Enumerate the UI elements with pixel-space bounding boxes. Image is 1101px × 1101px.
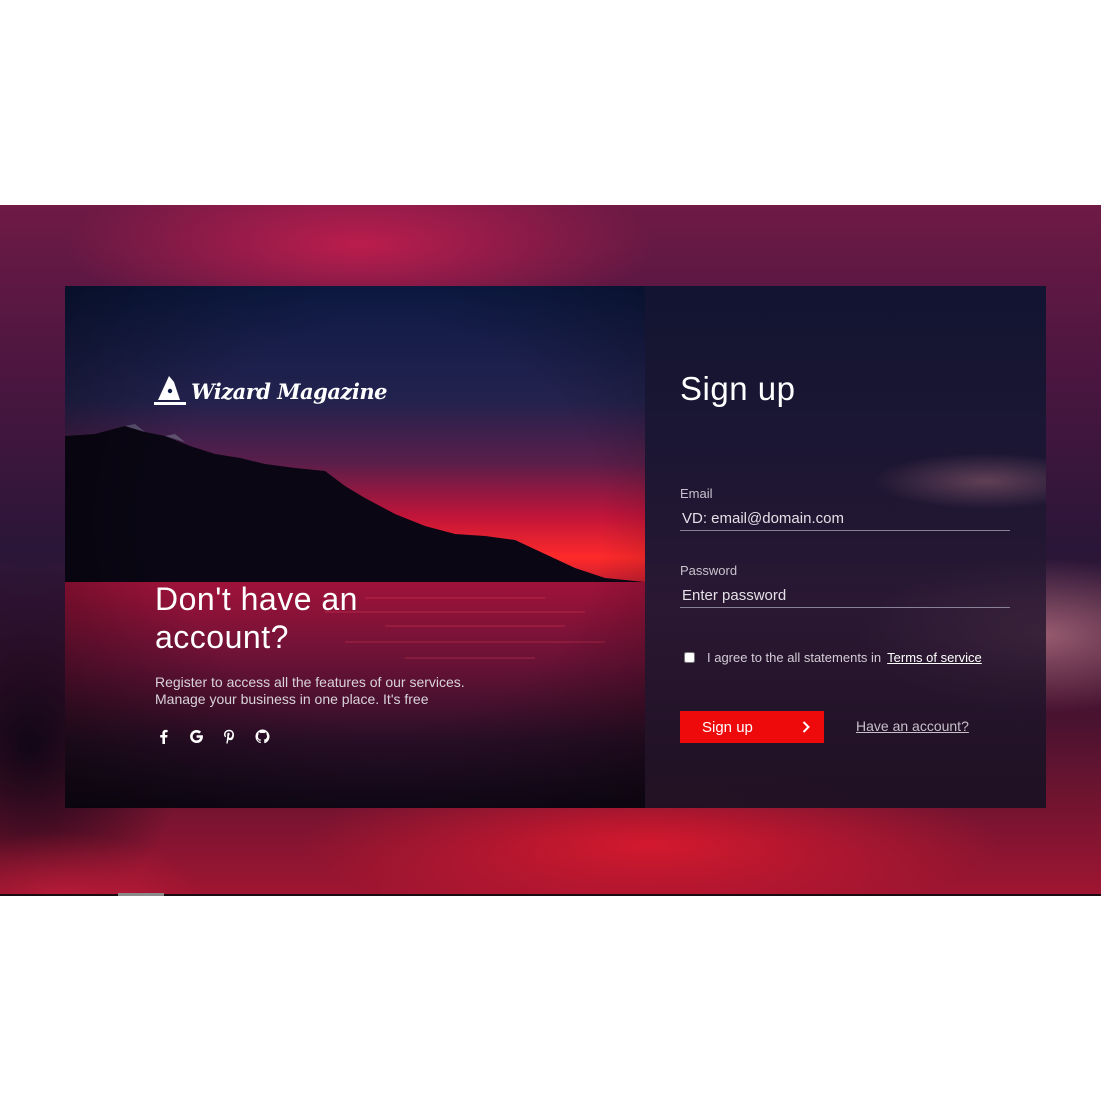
terms-checkbox[interactable] <box>684 652 695 663</box>
sign-up-button-label: Sign up <box>702 718 753 736</box>
brand[interactable]: Wizard Magazine <box>154 374 387 408</box>
terms-agreement-text: I agree to the all statements in <box>707 650 882 665</box>
promo-heading: Don't have an account? <box>155 581 358 655</box>
terms-agreement: I agree to the all statements in Terms o… <box>680 650 982 665</box>
password-input[interactable] <box>680 587 1010 608</box>
promo-subtext-line: Register to access all the features of o… <box>155 674 465 690</box>
github-icon[interactable] <box>252 726 272 746</box>
page-divider <box>0 894 1101 896</box>
scrollbar-thumb[interactable] <box>118 893 164 896</box>
sign-up-button[interactable]: Sign up <box>680 711 824 743</box>
signup-form-panel: Sign up Email Password I agree to the al… <box>645 286 1046 808</box>
facebook-icon[interactable] <box>153 726 173 746</box>
chevron-right-icon <box>802 721 810 733</box>
form-title: Sign up <box>680 370 796 407</box>
social-links <box>153 726 272 746</box>
terms-of-service-link[interactable]: Terms of service <box>887 650 982 665</box>
brand-name: Wizard Magazine <box>191 378 387 404</box>
pinterest-icon[interactable] <box>219 726 239 746</box>
promo-panel: Wizard Magazine Don't have an account? R… <box>65 286 645 808</box>
password-field-group: Password <box>680 563 1010 608</box>
sunset-lake-illustration <box>65 286 645 808</box>
promo-subtext: Register to access all the features of o… <box>155 674 515 708</box>
wizard-hat-icon <box>154 376 186 405</box>
email-input[interactable] <box>680 510 1010 531</box>
email-field-group: Email <box>680 486 1010 531</box>
email-label: Email <box>680 486 713 501</box>
signup-card: Wizard Magazine Don't have an account? R… <box>65 286 1046 808</box>
google-icon[interactable] <box>186 726 206 746</box>
password-label: Password <box>680 563 738 578</box>
promo-subtext-line: Manage your business in one place. It's … <box>155 691 429 707</box>
have-account-link[interactable]: Have an account? <box>856 718 969 734</box>
